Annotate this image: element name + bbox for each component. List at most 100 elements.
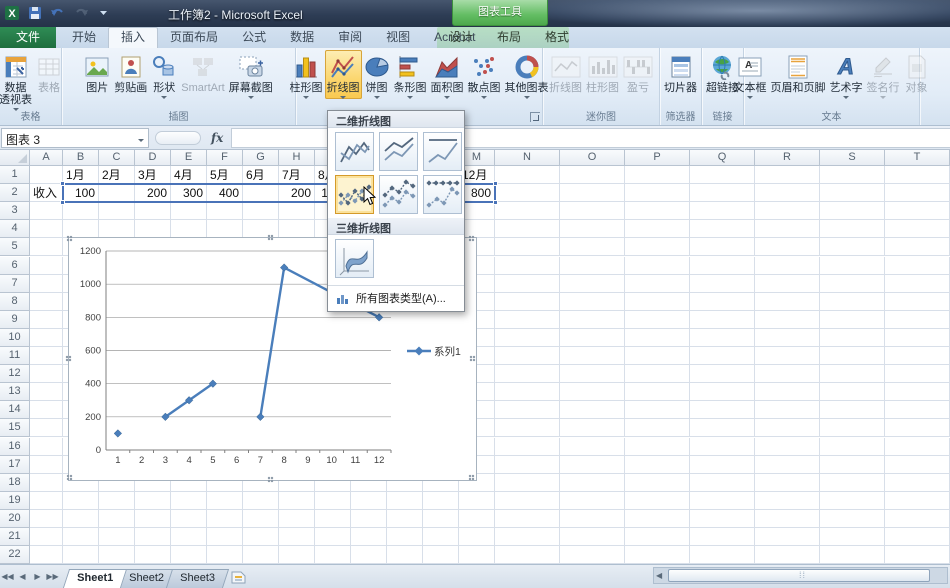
cell-P19[interactable] [625, 492, 690, 510]
customize-qat-icon[interactable] [94, 4, 114, 22]
cell-L19[interactable] [423, 492, 459, 510]
cell-R4[interactable] [755, 220, 820, 238]
cell-H4[interactable] [279, 220, 315, 238]
cell-M21[interactable] [459, 528, 495, 546]
cell-N21[interactable] [495, 528, 560, 546]
cell-Q6[interactable] [690, 257, 755, 275]
cell-S17[interactable] [820, 456, 885, 474]
cell-A8[interactable] [30, 293, 63, 311]
cell-N8[interactable] [495, 293, 560, 311]
cell-T22[interactable] [885, 546, 950, 564]
cell-Q16[interactable] [690, 438, 755, 456]
cell-A3[interactable] [30, 202, 63, 220]
cell-R3[interactable] [755, 202, 820, 220]
tab-开始[interactable]: 开始 [60, 27, 108, 48]
cell-Q20[interactable] [690, 510, 755, 528]
cell-G20[interactable] [243, 510, 279, 528]
cell-O21[interactable] [560, 528, 625, 546]
cell-N22[interactable] [495, 546, 560, 564]
ribbon-button-areachart[interactable]: 面积图 [429, 50, 466, 99]
cell-O1[interactable] [560, 166, 625, 184]
cell-T18[interactable] [885, 474, 950, 492]
ribbon-button-textbox[interactable]: A 文本框 [732, 50, 769, 99]
cell-I20[interactable] [315, 510, 351, 528]
chart-selection-handle[interactable] [66, 474, 73, 481]
cell-Q5[interactable] [690, 238, 755, 256]
cell-Q19[interactable] [690, 492, 755, 510]
dialog-launcher-icon[interactable] [530, 112, 540, 122]
cell-E4[interactable] [171, 220, 207, 238]
row-header-1[interactable]: 1 [0, 166, 30, 184]
cell-R14[interactable] [755, 401, 820, 419]
cell-R8[interactable] [755, 293, 820, 311]
cell-D20[interactable] [135, 510, 171, 528]
cell-A16[interactable] [30, 438, 63, 456]
cell-A19[interactable] [30, 492, 63, 510]
chart-selection-handle[interactable] [468, 235, 475, 242]
undo-icon[interactable] [48, 4, 68, 22]
ribbon-button-piechart[interactable]: 饼图 [362, 50, 392, 99]
cell-R7[interactable] [755, 275, 820, 293]
cell-P4[interactable] [625, 220, 690, 238]
cell-B3[interactable] [63, 202, 99, 220]
ribbon-button-linechart[interactable]: 折线图 [325, 50, 362, 99]
cell-T15[interactable] [885, 419, 950, 437]
cell-J21[interactable] [351, 528, 387, 546]
cell-R13[interactable] [755, 383, 820, 401]
cell-A9[interactable] [30, 311, 63, 329]
cell-D3[interactable] [135, 202, 171, 220]
cell-T1[interactable] [885, 166, 950, 184]
cell-O2[interactable] [560, 184, 625, 202]
cell-S22[interactable] [820, 546, 885, 564]
cell-S5[interactable] [820, 238, 885, 256]
row-header-18[interactable]: 18 [0, 474, 30, 492]
ribbon-button-headerfooter[interactable]: 页眉和页脚 [769, 50, 828, 99]
cell-R20[interactable] [755, 510, 820, 528]
cell-Q3[interactable] [690, 202, 755, 220]
tab-页面布局[interactable]: 页面布局 [158, 27, 230, 48]
save-icon[interactable] [25, 4, 45, 22]
cell-O9[interactable] [560, 311, 625, 329]
cell-O18[interactable] [560, 474, 625, 492]
tab-公式[interactable]: 公式 [230, 27, 278, 48]
cell-R15[interactable] [755, 419, 820, 437]
contextual-tab-设计[interactable]: 设计 [437, 27, 485, 48]
formula-bar-collapse-button[interactable] [155, 131, 201, 145]
cell-O16[interactable] [560, 438, 625, 456]
cell-T4[interactable] [885, 220, 950, 238]
cell-O13[interactable] [560, 383, 625, 401]
cell-E3[interactable] [171, 202, 207, 220]
cell-H19[interactable] [279, 492, 315, 510]
contextual-tab-格式[interactable]: 格式 [533, 27, 581, 48]
cell-A21[interactable] [30, 528, 63, 546]
cell-M20[interactable] [459, 510, 495, 528]
select-all-corner[interactable] [0, 150, 30, 166]
cell-E20[interactable] [171, 510, 207, 528]
cell-T6[interactable] [885, 257, 950, 275]
cell-D19[interactable] [135, 492, 171, 510]
row-header-2[interactable]: 2 [0, 184, 30, 202]
cell-B21[interactable] [63, 528, 99, 546]
row-header-5[interactable]: 5 [0, 238, 30, 256]
cell-E19[interactable] [171, 492, 207, 510]
redo-icon[interactable] [71, 4, 91, 22]
cell-S1[interactable] [820, 166, 885, 184]
cell-S7[interactable] [820, 275, 885, 293]
chart-selection-handle[interactable] [468, 474, 475, 481]
cell-D1[interactable]: 3月 [135, 166, 171, 184]
cell-G19[interactable] [243, 492, 279, 510]
cell-O20[interactable] [560, 510, 625, 528]
cell-S18[interactable] [820, 474, 885, 492]
chart-selection-handle[interactable] [66, 235, 73, 242]
cell-O14[interactable] [560, 401, 625, 419]
cell-N12[interactable] [495, 365, 560, 383]
tab-审阅[interactable]: 审阅 [326, 27, 374, 48]
cell-I19[interactable] [315, 492, 351, 510]
tab-视图[interactable]: 视图 [374, 27, 422, 48]
cell-E21[interactable] [171, 528, 207, 546]
cell-N20[interactable] [495, 510, 560, 528]
ribbon-button-picture[interactable]: 图片 [82, 50, 112, 99]
cell-A7[interactable] [30, 275, 63, 293]
cell-A14[interactable] [30, 401, 63, 419]
cell-P21[interactable] [625, 528, 690, 546]
